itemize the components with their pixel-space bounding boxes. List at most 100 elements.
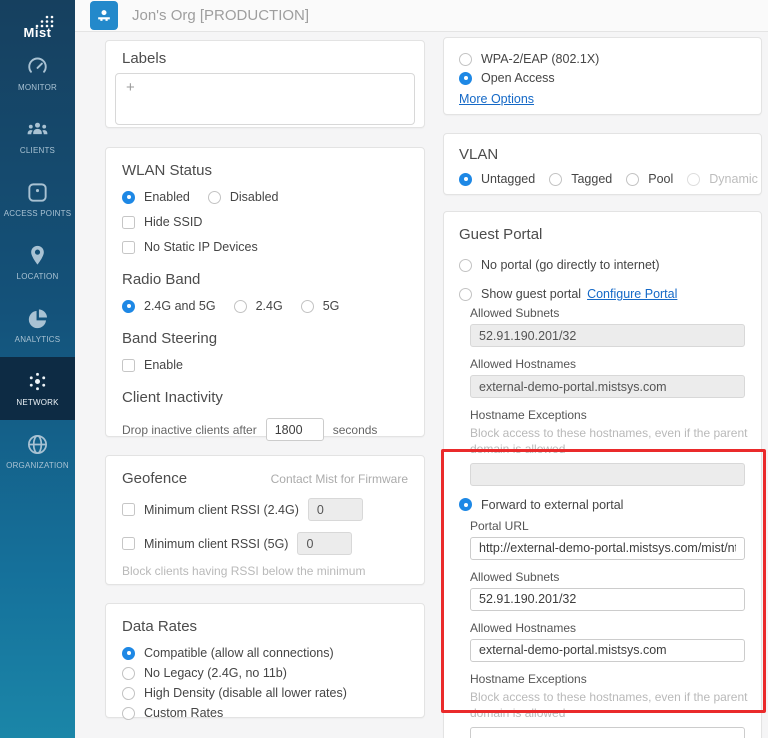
sidebar-item-label: ACCESS POINTS	[3, 209, 72, 218]
fwd-allowed-hostnames-input[interactable]	[470, 638, 745, 662]
radio-label: Tagged	[571, 172, 613, 186]
radio-label: No Legacy (2.4G, no 11b)	[144, 666, 287, 680]
radio-rates-custom[interactable]: Custom Rates	[122, 706, 408, 720]
checkbox-band-steering-enable[interactable]: Enable	[122, 358, 408, 372]
sidebar-item-monitor[interactable]: MONITOR	[0, 42, 75, 105]
guest-portal-title: Guest Portal	[459, 226, 543, 243]
radio-band-title: Radio Band	[122, 271, 201, 288]
gauge-icon	[28, 57, 47, 73]
allowed-hostnames-label: Allowed Hostnames	[470, 357, 577, 371]
radio-show-guest-portal[interactable]: Show guest portal Configure Portal	[459, 287, 746, 301]
radio-vlan-pool[interactable]: Pool	[626, 172, 673, 186]
radio-band-24-5[interactable]: 2.4G and 5G	[122, 299, 216, 313]
org-network-icon	[98, 9, 110, 21]
geofence-helper: Block clients having RSSI below the mini…	[122, 564, 366, 578]
checkbox-label: Enable	[144, 358, 183, 372]
radio-forward-external-portal[interactable]: Forward to external portal	[459, 498, 746, 512]
configure-portal-link[interactable]: Configure Portal	[587, 287, 677, 301]
checkbox-no-static-ip[interactable]: No Static IP Devices	[122, 240, 408, 254]
radio-rates-high-density[interactable]: High Density (disable all lower rates)	[122, 686, 408, 700]
radio-selected-icon	[122, 646, 135, 660]
radio-no-portal[interactable]: No portal (go directly to internet)	[459, 258, 746, 272]
radio-selected-icon	[459, 498, 472, 512]
radio-icon	[122, 666, 135, 680]
globe-icon	[28, 435, 47, 454]
hostname-exceptions-input	[470, 462, 745, 486]
band-steering-title: Band Steering	[122, 330, 218, 347]
radio-vlan-untagged[interactable]: Untagged	[459, 172, 535, 186]
radio-icon	[626, 172, 640, 186]
sidebar-item-label: MONITOR	[17, 83, 58, 92]
radio-icon	[459, 258, 472, 272]
radio-band-24[interactable]: 2.4G	[233, 299, 283, 313]
labels-add-box[interactable]: +	[115, 73, 415, 125]
client-inactivity-title: Client Inactivity	[122, 389, 223, 406]
radio-icon	[122, 706, 135, 720]
geofence-firmware-note: Contact Mist for Firmware	[270, 472, 408, 486]
sidebar-item-label: CLIENTS	[19, 146, 56, 155]
plus-icon[interactable]: +	[126, 79, 135, 96]
clients-icon	[27, 122, 48, 135]
checkbox-icon	[122, 215, 135, 229]
sidebar: Mist MONITOR CLIENTS ACCESS POINTS LOCAT…	[0, 0, 75, 738]
checkbox-icon	[122, 503, 135, 516]
sidebar-item-location[interactable]: LOCATION	[0, 231, 75, 294]
radio-label: Enabled	[144, 190, 190, 204]
wlan-status-card: WLAN Status Enabled Disabled Hide SSID N…	[105, 147, 425, 441]
allowed-subnets-input	[470, 324, 745, 347]
mist-logo[interactable]: Mist	[0, 0, 75, 42]
radio-label: Custom Rates	[144, 706, 224, 720]
more-options-link[interactable]: More Options	[459, 92, 534, 106]
security-card: WPA-2/EAP (802.1X) Open Access More Opti…	[443, 37, 762, 115]
fwd-allowed-subnets-label: Allowed Subnets	[470, 569, 560, 584]
radio-selected-icon	[122, 190, 135, 204]
portal-url-input[interactable]	[470, 536, 745, 560]
data-rates-card: Data Rates Compatible (allow all connect…	[105, 603, 425, 720]
labels-title: Labels	[122, 50, 167, 67]
sidebar-item-organization[interactable]: ORGANIZATION	[0, 420, 75, 483]
allowed-subnets-label: Allowed Subnets	[470, 306, 560, 320]
hostname-exceptions-helper: Block access to these hostnames, even if…	[470, 426, 748, 456]
radio-icon	[459, 52, 472, 66]
radio-selected-icon	[122, 299, 135, 313]
radio-label: No portal (go directly to internet)	[481, 258, 660, 272]
org-selector-button[interactable]	[90, 1, 118, 30]
radio-wlan-enabled[interactable]: Enabled	[122, 190, 190, 204]
allowed-hostnames-input	[470, 375, 745, 398]
radio-label: 5G	[322, 299, 340, 313]
sidebar-item-clients[interactable]: CLIENTS	[0, 105, 75, 168]
checkbox-min-rssi-5[interactable]: Minimum client RSSI (5G)	[122, 537, 288, 551]
inactivity-seconds-input[interactable]	[265, 418, 324, 441]
org-title: Jon's Org [PRODUCTION]	[132, 7, 310, 24]
radio-icon	[122, 686, 135, 700]
fwd-hostname-exceptions-helper: Block access to these hostnames, even if…	[470, 689, 748, 720]
fwd-allowed-subnets-input[interactable]	[470, 587, 745, 611]
sidebar-item-network[interactable]: NETWORK	[0, 357, 75, 420]
radio-rates-compatible[interactable]: Compatible (allow all connections)	[122, 646, 408, 660]
mist-logo-text: Mist	[23, 25, 52, 40]
radio-band-5[interactable]: 5G	[300, 299, 340, 313]
radio-rates-no-legacy[interactable]: No Legacy (2.4G, no 11b)	[122, 666, 408, 680]
vlan-card: VLAN Untagged Tagged Pool Dynamic	[443, 133, 762, 195]
checkbox-hide-ssid[interactable]: Hide SSID	[122, 215, 408, 229]
radio-disabled-icon	[687, 172, 701, 186]
radio-label: High Density (disable all lower rates)	[144, 686, 347, 700]
radio-label: 2.4G and 5G	[144, 299, 216, 313]
radio-label: 2.4G	[255, 299, 283, 313]
sidebar-item-analytics[interactable]: ANALYTICS	[0, 294, 75, 357]
radio-wpa2-eap[interactable]: WPA-2/EAP (802.1X)	[459, 52, 746, 66]
checkbox-icon	[122, 358, 135, 372]
fwd-hostname-exceptions-input[interactable]	[470, 726, 745, 738]
radio-vlan-tagged[interactable]: Tagged	[549, 172, 612, 186]
radio-icon	[549, 172, 563, 186]
radio-label: Show guest portal	[481, 287, 582, 301]
checkbox-min-rssi-24[interactable]: Minimum client RSSI (2.4G)	[122, 503, 299, 517]
sidebar-item-access-points[interactable]: ACCESS POINTS	[0, 168, 75, 231]
checkbox-label: Minimum client RSSI (2.4G)	[144, 502, 299, 517]
radio-label: Untagged	[481, 172, 536, 186]
radio-icon	[207, 190, 221, 204]
radio-icon	[459, 287, 472, 301]
radio-open-access[interactable]: Open Access	[459, 71, 746, 85]
radio-wlan-disabled[interactable]: Disabled	[207, 190, 279, 204]
geofence-title: Geofence	[122, 470, 188, 487]
